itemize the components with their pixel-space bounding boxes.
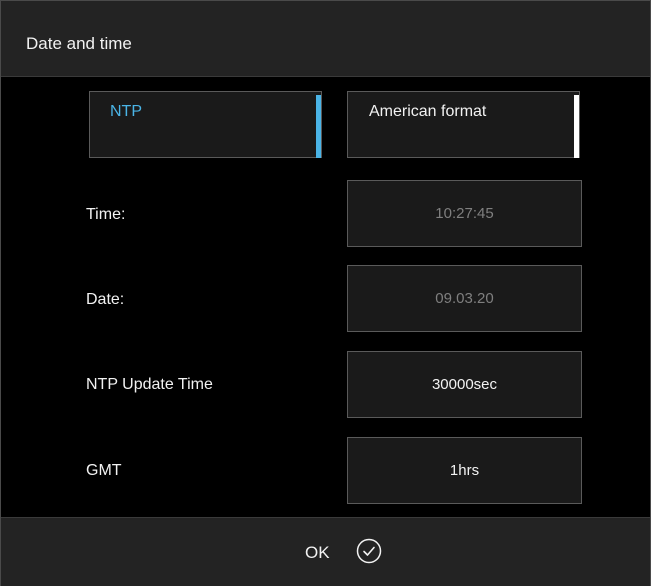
ntp-active-indicator [316,95,321,158]
dialog-header: Date and time [1,1,650,77]
time-label: Time: [86,206,126,223]
gmt-field[interactable]: 1hrs [347,437,582,504]
american-format-toggle-label: American format [369,103,487,120]
ok-button-label: OK [305,543,330,562]
american-format-active-indicator [574,95,579,158]
gmt-label: GMT [86,462,122,479]
dialog-title: Date and time [26,34,132,53]
date-field: 09.03.20 [347,265,582,332]
ntp-update-time-field[interactable]: 30000sec [347,351,582,418]
american-format-toggle-button[interactable]: American format [347,91,580,158]
date-time-dialog: Date and time NTP American format Time: … [0,0,651,586]
ntp-toggle-label: NTP [110,103,142,120]
check-circle-icon [356,538,382,564]
ntp-update-time-label: NTP Update Time [86,376,213,393]
ntp-toggle-button[interactable]: NTP [89,91,322,158]
time-field: 10:27:45 [347,180,582,247]
date-label: Date: [86,291,125,308]
dialog-footer: OK [1,517,650,586]
ok-button[interactable]: OK [291,535,401,569]
